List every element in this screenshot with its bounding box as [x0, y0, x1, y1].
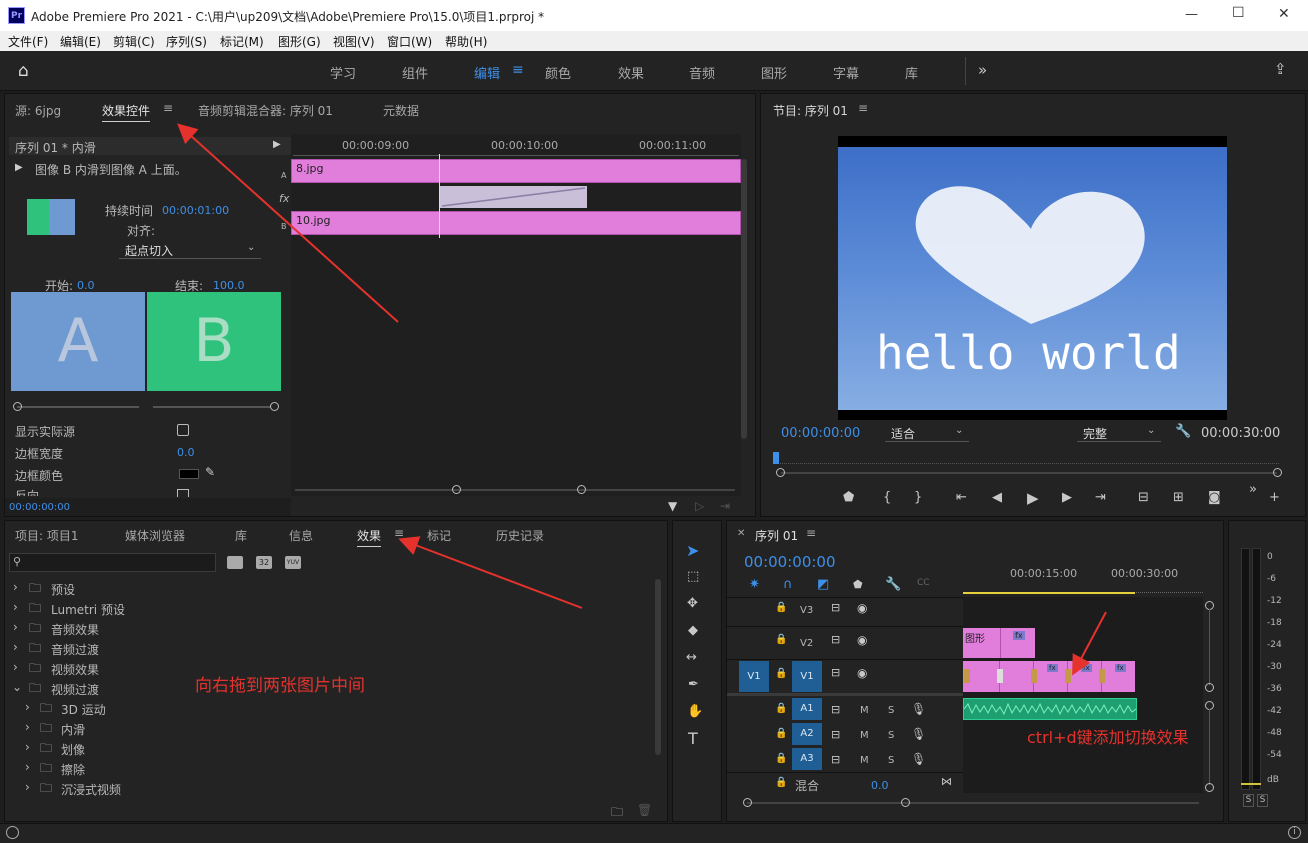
- annotation-arrows: [177, 123, 1107, 676]
